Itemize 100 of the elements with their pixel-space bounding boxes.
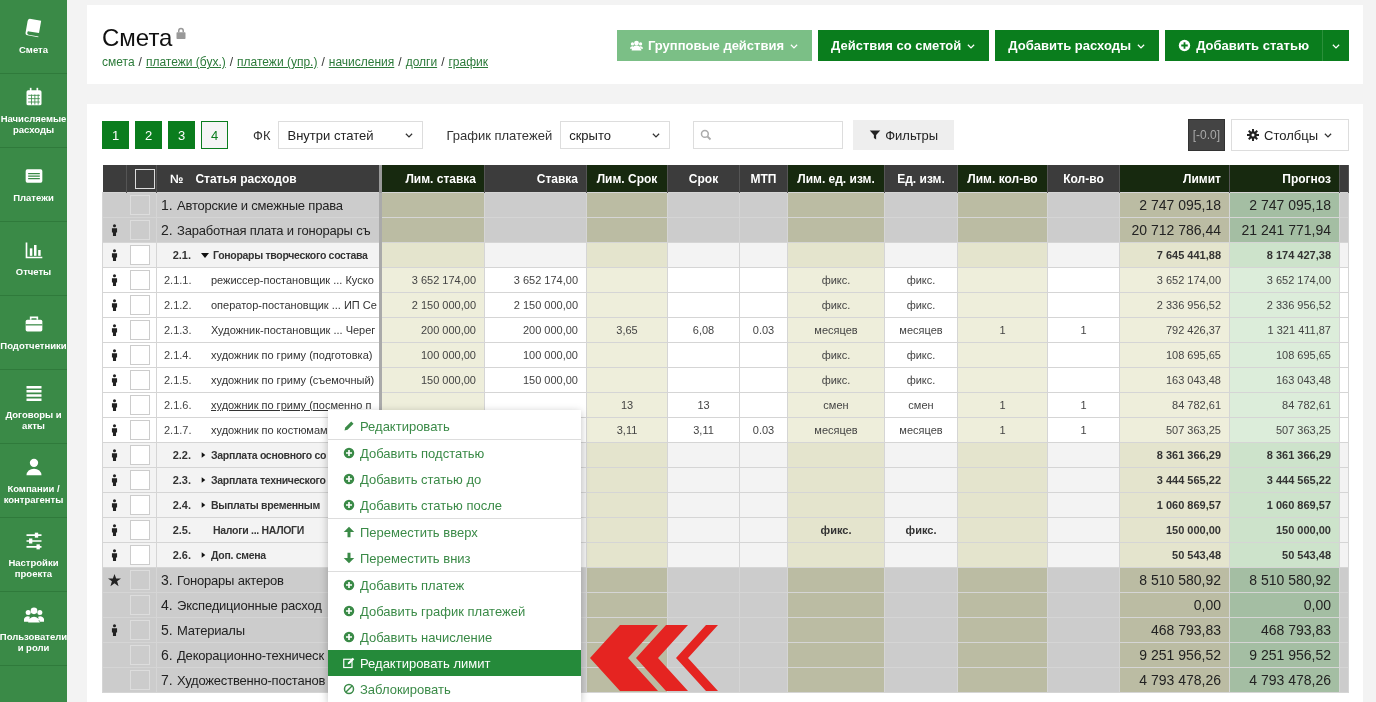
dropdown-field[interactable]: скрыто <box>560 121 671 149</box>
search-field[interactable] <box>693 121 844 149</box>
row-title[interactable]: Художественно-постанов <box>177 672 326 688</box>
menu-item[interactable]: Добавить платеж <box>328 571 581 598</box>
row-title[interactable]: Зарплата технического <box>211 474 326 486</box>
filters-button[interactable]: Фильтры <box>853 120 955 150</box>
menu-item[interactable]: Переместить вниз <box>328 545 581 571</box>
dropdown-toggle-button[interactable] <box>1322 30 1349 61</box>
breadcrumb-current[interactable]: смета <box>102 55 135 69</box>
column-header: Лим. Срок <box>586 165 668 193</box>
columns-button[interactable]: Столбцы <box>1231 119 1349 151</box>
column-header: Лим. ставка <box>380 165 485 193</box>
row-title[interactable]: художник по гриму (подготовка) <box>211 349 373 361</box>
action-button[interactable]: Действия со сметой <box>818 30 990 61</box>
sidebar-item[interactable]: Настройки проекта <box>0 518 67 592</box>
select-all-checkbox[interactable] <box>135 168 155 189</box>
row-title[interactable]: Художник-постановщик ... Черег <box>211 324 376 336</box>
breadcrumb-link[interactable]: начисления <box>328 55 395 69</box>
caret-right-icon[interactable] <box>201 476 206 484</box>
row-number: 2.4. <box>171 499 191 511</box>
row-title[interactable]: Выплаты временным <box>211 499 320 511</box>
menu-item[interactable]: Редактировать лимит <box>328 650 581 676</box>
menu-item[interactable]: Добавить начисление <box>328 624 581 650</box>
row-checkbox[interactable] <box>129 370 150 390</box>
menu-item[interactable]: Добавить график платежей <box>328 598 581 624</box>
row-checkbox[interactable] <box>129 420 150 440</box>
table-cell: 200 000,00 <box>380 317 485 343</box>
row-title[interactable]: Материалы <box>177 622 245 638</box>
page-title: Смета <box>102 25 173 51</box>
table-cell: 2 150 000,00 <box>380 292 485 318</box>
menu-item[interactable]: Переместить вверх <box>328 518 581 545</box>
row-checkbox[interactable] <box>129 245 150 265</box>
caret-right-icon[interactable] <box>201 501 206 509</box>
column-header: Ед. изм. <box>884 165 958 193</box>
level-button[interactable]: 1 <box>102 121 129 149</box>
row-checkbox[interactable] <box>129 395 150 415</box>
row-title[interactable]: Гонорары творческого состава <box>213 249 368 261</box>
row-title[interactable]: Налоги ... НАЛОГИ <box>213 524 304 536</box>
table-cell: 3,65 <box>586 317 668 343</box>
level-button[interactable]: 2 <box>135 121 162 149</box>
row-title[interactable]: художник по гриму (посменно п <box>211 399 372 411</box>
row-checkbox[interactable] <box>129 470 150 490</box>
row-title[interactable]: художник по костюмам <box>211 424 328 436</box>
menu-item[interactable]: Добавить статью после <box>328 492 581 518</box>
edit-square-icon <box>343 657 355 669</box>
row-checkbox[interactable] <box>129 495 150 515</box>
table-cell: 100 000,00 <box>380 342 485 368</box>
sidebar-item[interactable]: Компании / контрагенты <box>0 444 67 518</box>
sidebar-item[interactable]: Смета <box>0 0 67 74</box>
caret-right-icon[interactable] <box>201 451 206 459</box>
menu-item[interactable]: Добавить подстатью <box>328 439 581 466</box>
row-title[interactable]: оператор-постановщик ... ИП Се <box>211 299 377 311</box>
row-checkbox[interactable] <box>129 520 150 540</box>
sidebar-item[interactable]: Договоры и акты <box>0 370 67 444</box>
row-checkbox[interactable] <box>129 295 150 315</box>
row-title[interactable]: Декорационно-техническ <box>177 647 324 663</box>
caret-down-icon[interactable] <box>201 251 209 259</box>
row-number: 2.3. <box>171 474 191 486</box>
table-cell: 0,00 <box>1229 592 1340 618</box>
breadcrumb-link[interactable]: платежи (упр.) <box>237 55 318 69</box>
person-icon <box>111 324 119 336</box>
row-checkbox[interactable] <box>129 270 150 290</box>
row-checkbox[interactable] <box>129 445 150 465</box>
sidebar-item[interactable]: Подотчетники <box>0 296 67 370</box>
menu-item[interactable]: Заблокировать <box>328 676 581 702</box>
breadcrumb-link[interactable]: платежи (бух.) <box>145 55 226 69</box>
row-checkbox[interactable] <box>129 545 150 565</box>
row-title[interactable]: режиссер-постановщик ... Куско <box>211 274 374 286</box>
caret-right-icon[interactable] <box>201 551 206 559</box>
row-title[interactable]: художник по гриму (съемочный) <box>211 374 375 386</box>
sidebar-item[interactable]: Платежи <box>0 148 67 222</box>
level-button[interactable]: 4 <box>201 121 228 149</box>
row-checkbox[interactable] <box>129 320 150 340</box>
row-title[interactable]: Авторские и смежные права <box>177 197 343 213</box>
row-title[interactable]: Зарплата основного со <box>211 449 327 461</box>
menu-item[interactable]: Добавить статью до <box>328 466 581 492</box>
sidebar-item[interactable]: Начисляемые расходы <box>0 74 67 148</box>
table-cell: 4 793 478,26 <box>1229 667 1340 693</box>
row-number: 2.1.6. <box>163 399 193 411</box>
row-title[interactable]: Доп. смена <box>211 549 266 561</box>
row-title[interactable]: Гонорары актеров <box>177 572 284 588</box>
table-cell: 150 000,00 <box>1119 517 1230 543</box>
row-number: 3. <box>160 572 174 588</box>
row-title[interactable]: Заработная плата и гонорары съ <box>177 222 371 238</box>
dropdown-field[interactable]: Внутри статей <box>278 121 424 149</box>
table-cell: 8 510 580,92 <box>1119 567 1230 593</box>
row-title[interactable]: Экспедиционные расход <box>177 597 322 613</box>
column-header: Прогноз <box>1229 165 1340 193</box>
sidebar-label: Платежи <box>13 192 54 203</box>
chevron-arrow-icon <box>590 625 718 691</box>
sidebar-item[interactable]: Пользователи и роли <box>0 592 67 666</box>
sidebar-item[interactable]: Отчеты <box>0 222 67 296</box>
row-checkbox[interactable] <box>129 345 150 365</box>
action-button[interactable]: Добавить статью <box>1165 30 1322 61</box>
level-button[interactable]: 3 <box>168 121 195 149</box>
table-cell: 2 336 956,52 <box>1119 292 1230 318</box>
menu-item[interactable]: Редактировать <box>328 413 581 439</box>
breadcrumb-link[interactable]: долги <box>405 55 438 69</box>
breadcrumb-link[interactable]: график <box>448 55 489 69</box>
action-button[interactable]: Добавить расходы <box>995 30 1160 61</box>
